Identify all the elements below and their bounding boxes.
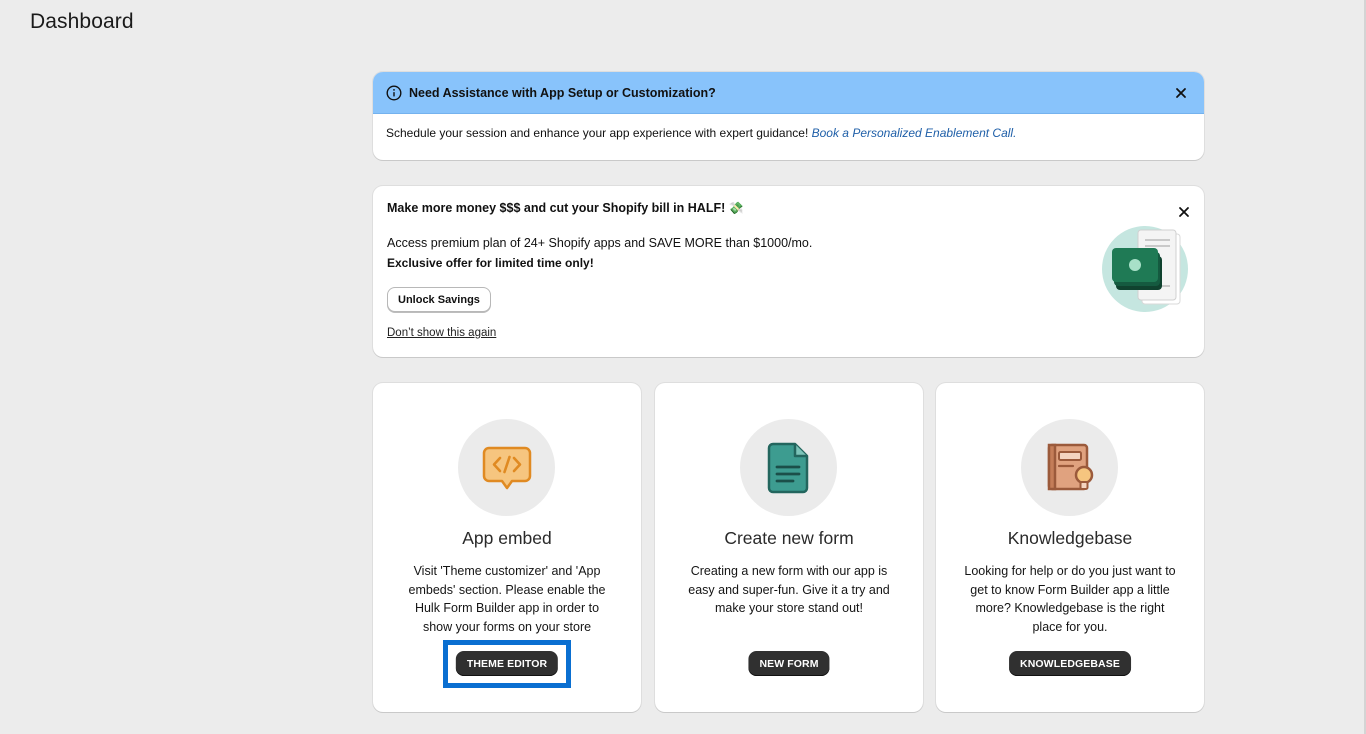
card-description: Looking for help or do you just want to …: [964, 564, 1176, 634]
close-icon: [1176, 87, 1186, 98]
assistance-banner-title: Need Assistance with App Setup or Custom…: [409, 85, 716, 100]
page-title: Dashboard: [30, 10, 134, 33]
money-wings-icon: 💸: [728, 201, 744, 215]
assistance-body-text: Schedule your session and enhance your a…: [386, 126, 809, 140]
dont-show-again-link[interactable]: Don’t show this again: [387, 327, 496, 339]
promo-heading-text: Make more money $$$ and cut your Shopify…: [387, 201, 726, 215]
assistance-banner-header: Need Assistance with App Setup or Custom…: [373, 72, 1204, 114]
cash-stack-illustration: [1102, 226, 1188, 312]
promo-offer: Exclusive offer for limited time only!: [387, 256, 594, 270]
theme-editor-button[interactable]: THEME EDITOR: [455, 651, 559, 676]
close-icon: [1179, 207, 1189, 217]
card-title: Knowledgebase: [1007, 528, 1133, 548]
create-form-icon-circle: [740, 419, 837, 516]
card-title: App embed: [462, 528, 552, 548]
app-embed-icon-circle: [458, 419, 555, 516]
code-chat-icon: [482, 446, 531, 489]
unlock-savings-button[interactable]: Unlock Savings: [387, 287, 491, 312]
info-icon: [386, 84, 402, 101]
promo-heading: Make more money $$$ and cut your Shopify…: [387, 201, 744, 215]
promo-card: Make more money $$$ and cut your Shopify…: [373, 186, 1204, 357]
assistance-banner: Need Assistance with App Setup or Custom…: [373, 72, 1204, 160]
promo-description: Access premium plan of 24+ Shopify apps …: [387, 236, 813, 250]
promo-close-button[interactable]: [1174, 202, 1194, 222]
knowledgebase-button[interactable]: KNOWLEDGEBASE: [1009, 651, 1131, 676]
assistance-banner-body: Schedule your session and enhance your a…: [373, 114, 1204, 152]
assistance-close-button[interactable]: [1171, 83, 1191, 103]
card-description: Visit 'Theme customizer' and 'App embeds…: [408, 564, 606, 634]
card-knowledgebase: Knowledgebase Looking for help or do you…: [936, 383, 1204, 712]
document-icon: [767, 442, 808, 493]
enablement-call-link[interactable]: Book a Personalized Enablement Call.: [812, 126, 1017, 140]
new-form-button[interactable]: NEW FORM: [748, 651, 830, 676]
card-description: Creating a new form with our app is easy…: [688, 564, 890, 615]
app-frame: Dashboard Need Assistance with App Setup…: [0, 0, 1366, 734]
card-app-embed: App embed Visit 'Theme customizer' and '…: [373, 383, 641, 712]
book-bulb-icon: [1047, 443, 1093, 490]
knowledgebase-icon-circle: [1021, 419, 1118, 516]
card-create-new-form: Create new form Creating a new form with…: [655, 383, 923, 712]
feature-cards: App embed Visit 'Theme customizer' and '…: [373, 383, 1204, 712]
card-title: Create new form: [724, 528, 854, 548]
